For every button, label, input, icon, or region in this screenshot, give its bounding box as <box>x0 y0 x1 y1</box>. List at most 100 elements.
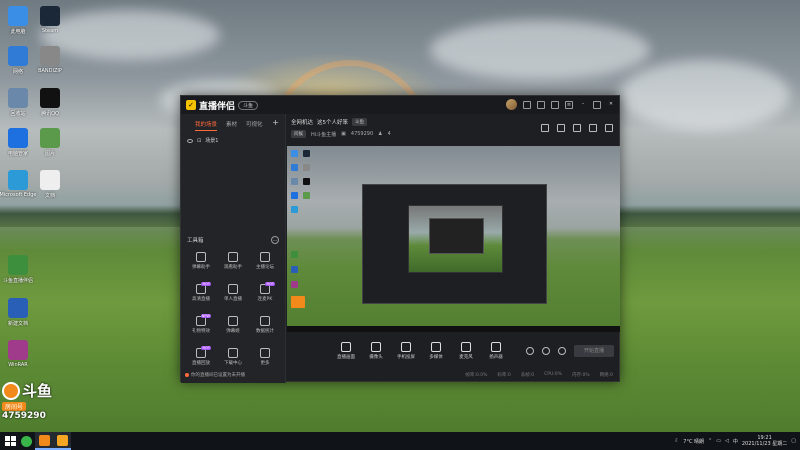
desktop-icon[interactable]: 文档 <box>32 170 68 199</box>
qq-icon <box>40 88 60 108</box>
menu-icon[interactable]: ≡ <box>565 100 573 109</box>
add-scene-icon[interactable]: + <box>272 119 279 131</box>
room-subtag[interactable]: 问候 <box>291 130 306 138</box>
control-speaker[interactable]: 扬声器 <box>481 342 511 360</box>
app-badge[interactable]: 斗鱼 <box>238 100 259 110</box>
desktop-icon[interactable]: 电脑管家 <box>0 128 36 157</box>
desktop-icon[interactable]: 斗鱼直播伴侣 <box>0 255 36 284</box>
tool-item[interactable]: HOT 连麦PK <box>249 282 281 302</box>
fans-icon: ♟ <box>378 131 383 137</box>
control-screen[interactable]: 直播画面 <box>331 342 361 360</box>
control-mic[interactable]: 麦克风 <box>451 342 481 360</box>
record-icon[interactable] <box>526 347 534 355</box>
minimize-icon[interactable]: – <box>579 101 587 109</box>
file-icon <box>40 170 60 190</box>
gift-icon[interactable] <box>537 100 545 109</box>
input-language[interactable]: 中 <box>733 438 738 445</box>
desktop-icon[interactable]: WinRAR <box>0 340 36 368</box>
start-button[interactable] <box>3 434 17 448</box>
tool-item[interactable]: HOT 直播回放 <box>185 346 217 366</box>
tray-arrow-icon[interactable]: ⌃ <box>708 438 712 444</box>
shirt-icon[interactable] <box>551 100 559 109</box>
forum-icon <box>260 252 270 262</box>
volume-tray-icon[interactable]: ◁ <box>725 438 729 444</box>
maximize-icon[interactable] <box>593 100 601 109</box>
share-icon[interactable] <box>605 124 613 132</box>
screenshot-icon[interactable] <box>557 124 565 132</box>
recycle-bin-icon <box>8 88 28 108</box>
desktop-icon[interactable]: BANDIZIP <box>32 46 68 74</box>
cloud <box>620 60 790 130</box>
tool-item[interactable]: 下载中心 <box>217 348 249 366</box>
tool-badge: HOT <box>201 282 211 286</box>
user-avatar[interactable] <box>506 99 517 110</box>
settings-circle-icon[interactable] <box>542 347 550 355</box>
room-category[interactable]: 全网机达 <box>291 118 313 126</box>
room-tag[interactable]: 斗鱼 <box>352 118 368 126</box>
notification-icon[interactable]: ▢ <box>791 438 796 444</box>
message-icon[interactable] <box>523 100 531 109</box>
tool-item[interactable]: 单人直播 <box>217 284 249 302</box>
live-preview[interactable] <box>287 146 620 332</box>
tool-item[interactable]: 观看助手 <box>217 252 249 270</box>
preview-desktop-icon <box>291 150 298 157</box>
bandizip-icon <box>40 46 60 66</box>
tool-item[interactable]: NEW 礼物特效 <box>185 314 217 334</box>
tool-item[interactable]: HOT 高清直播 <box>185 282 217 302</box>
bell-icon[interactable] <box>589 124 597 132</box>
taskbar-app-live-companion[interactable] <box>35 432 53 450</box>
close-icon[interactable]: ✕ <box>607 101 615 109</box>
taskbar-app-360[interactable] <box>17 432 35 450</box>
control-phone-cast[interactable]: 手机投屏 <box>391 342 421 360</box>
room-title[interactable]: 这5个人好笨 <box>317 118 348 126</box>
tab-visual[interactable]: 可视化 <box>246 120 263 131</box>
start-live-button[interactable]: 开始直播 <box>574 345 614 357</box>
tool-label: 数据统计 <box>256 329 274 334</box>
tool-item[interactable]: 更多 <box>249 348 281 366</box>
gift-box-icon[interactable] <box>541 124 549 132</box>
tool-item[interactable]: 主播论坛 <box>249 252 281 270</box>
speaker-icon <box>491 342 501 352</box>
desktop-icon[interactable]: 腾讯QQ <box>32 88 68 117</box>
download2-icon <box>228 348 238 358</box>
control-camera[interactable]: 摄像头 <box>361 342 391 360</box>
tool-item[interactable]: 弹幕助手 <box>185 252 217 270</box>
desktop-icon-label: WinRAR <box>8 362 28 368</box>
desktop-icon[interactable]: 网络 <box>0 46 36 75</box>
watermark-sub: 房间号 <box>2 402 27 411</box>
control-label: 多媒体 <box>429 355 443 360</box>
clock[interactable]: 19:21 2021/11/23 星期二 <box>742 435 787 447</box>
scene-item[interactable]: ⊡ 场景1 <box>187 137 285 144</box>
weather-icon[interactable]: ☾ <box>675 438 679 444</box>
weather-text[interactable]: 7°C 晴朗 <box>683 438 704 445</box>
gear-icon[interactable] <box>558 347 566 355</box>
status-item: 丢帧:0 <box>520 372 535 378</box>
eye-icon[interactable] <box>187 138 193 143</box>
mic-icon <box>461 342 471 352</box>
desktop-icon[interactable]: 此电脑 <box>0 6 36 35</box>
desktop-icon[interactable]: Microsoft Edge <box>0 170 36 198</box>
winrar-icon <box>8 340 28 360</box>
control-media[interactable]: 多媒体 <box>421 342 451 360</box>
network-tray-icon[interactable]: ▭ <box>716 438 721 444</box>
app-name: 直播伴侣 <box>199 101 236 112</box>
app-titlebar[interactable]: ✓ 直播伴侣 斗鱼 ≡ – ✕ <box>181 96 619 114</box>
pip-icon[interactable] <box>573 124 581 132</box>
desktop-icon[interactable]: Steam <box>32 6 68 34</box>
tool-item[interactable]: 弹幕姬 <box>217 316 249 334</box>
taskbar-app-douyu[interactable] <box>53 432 71 450</box>
lock-icon[interactable]: ⊡ <box>197 138 201 144</box>
desktop-icon[interactable]: 回收站 <box>0 88 36 117</box>
desktop-icon[interactable]: 图片 <box>32 128 68 157</box>
toolbox-more-icon[interactable]: … <box>271 236 279 244</box>
tab-materials[interactable]: 素材 <box>226 120 237 131</box>
tool-label: 观看助手 <box>224 265 242 270</box>
titlebar-controls: ≡ – ✕ <box>506 99 615 110</box>
live-companion-window[interactable]: ✓ 直播伴侣 斗鱼 ≡ – ✕ 我的场景 素材 可视化 + ⊡ 场景1 工具箱 … <box>180 95 620 383</box>
tool-label: 下载中心 <box>224 361 242 366</box>
tool-item[interactable]: 数据统计 <box>249 316 281 334</box>
watermark-brand: 斗鱼 <box>22 382 53 400</box>
tab-my-scenes[interactable]: 我的场景 <box>195 120 218 131</box>
status-item: CPU:0% <box>544 372 562 377</box>
desktop-icon[interactable]: 新建文档 <box>0 298 36 327</box>
